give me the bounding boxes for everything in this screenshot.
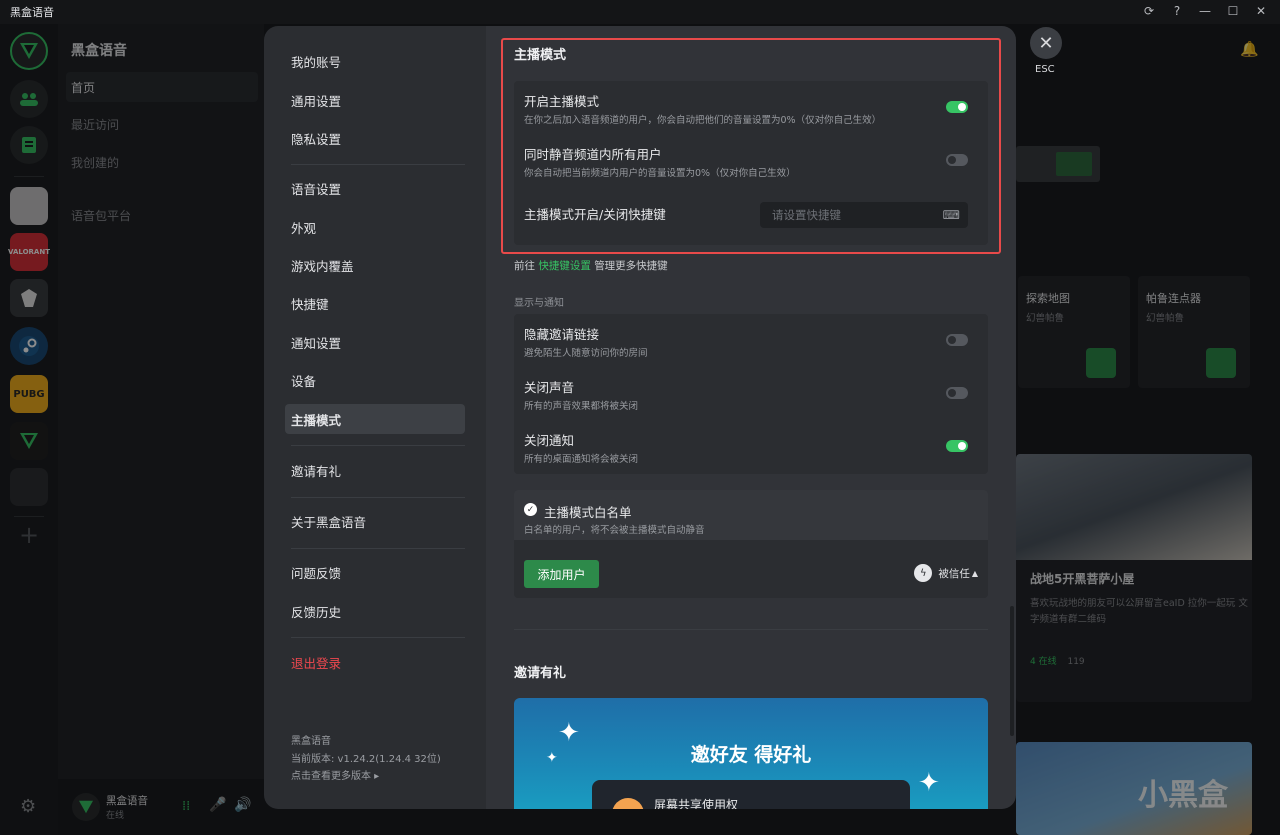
nav-divider (291, 445, 465, 446)
reward-icon (612, 798, 644, 809)
settings-nav: 我的账号 通用设置 隐私设置 语音设置 外观 游戏内覆盖 快捷键 通知设置 设备… (264, 26, 486, 809)
setting-desc: 所有的桌面通知将会被关闭 (524, 454, 639, 465)
mute-sound-toggle[interactable] (946, 387, 968, 399)
hint-prefix: 前往 (514, 260, 535, 272)
settings-nav-devices[interactable]: 设备 (285, 365, 465, 395)
maximize-icon[interactable]: ☐ (1226, 3, 1240, 19)
nav-divider (291, 637, 465, 638)
hotkey-hint: 前往 快捷键设置 管理更多快捷键 (514, 258, 668, 273)
trusted-label: 被信任 (938, 567, 970, 580)
trusted-icon: ϟ (914, 564, 933, 582)
check-icon: ✓ (524, 503, 537, 516)
setting-desc: 所有的声音效果都将被关闭 (524, 401, 639, 412)
whitelist-title: 主播模式白名单 (544, 505, 632, 520)
version-app-name: 黑盒语音 (291, 736, 331, 747)
add-user-button[interactable]: 添加用户 (524, 560, 599, 588)
setting-label: 关闭通知 (524, 433, 575, 448)
nav-divider (291, 497, 465, 498)
trusted-toggle[interactable]: ϟ 被信任 ▲ (914, 564, 978, 582)
nav-divider (291, 548, 465, 549)
highlight-box (501, 38, 1001, 254)
mute-notify-toggle[interactable] (946, 440, 968, 452)
setting-label: 关闭声音 (524, 380, 575, 395)
whitelist-card: ✓ 主播模式白名单 白名单的用户，将不会被主播模式自动静音 添加用户 ϟ 被信任… (514, 490, 988, 598)
settings-nav-overlay[interactable]: 游戏内覆盖 (285, 250, 465, 280)
settings-nav-privacy[interactable]: 隐私设置 (285, 123, 465, 153)
more-versions-link[interactable]: 点击查看更多版本 ▸ (291, 767, 379, 782)
close-icon[interactable]: ✕ (1254, 3, 1268, 19)
setting-row: 隐藏邀请链接 避免陌生人随意访问你的房间 (524, 324, 978, 359)
setting-label: 隐藏邀请链接 (524, 327, 600, 342)
help-icon[interactable]: ? (1170, 3, 1184, 19)
hint-suffix: 管理更多快捷键 (594, 260, 668, 272)
settings-nav-feedback[interactable]: 问题反馈 (285, 557, 465, 587)
window-controls: ⟳ ? — ☐ ✕ (1142, 3, 1268, 19)
invite-banner[interactable]: ✦ ✦ ✦ 邀好友 得好礼 屏幕共享使用权 (514, 698, 988, 809)
version-current: 当前版本: v1.24.2(1.24.4 32位) (291, 754, 441, 765)
reward-label: 屏幕共享使用权 (654, 798, 739, 809)
reward-card: 屏幕共享使用权 (592, 780, 910, 809)
app-title: 黑盒语音 (10, 6, 54, 19)
invite-banner-title: 邀好友 得好礼 (690, 744, 812, 766)
settings-nav-general[interactable]: 通用设置 (285, 85, 465, 115)
settings-nav-appearance[interactable]: 外观 (285, 212, 465, 242)
setting-desc: 避免陌生人随意访问你的房间 (524, 348, 648, 359)
setting-row: 关闭声音 所有的声音效果都将被关闭 (524, 377, 978, 412)
settings-nav-feedback-history[interactable]: 反馈历史 (285, 596, 465, 626)
whitelist-desc: 白名单的用户，将不会被主播模式自动静音 (524, 525, 705, 536)
section-divider (514, 629, 988, 630)
settings-nav-notifications[interactable]: 通知设置 (285, 327, 465, 357)
settings-nav-voice[interactable]: 语音设置 (285, 173, 465, 203)
content-scrollbar[interactable] (1010, 606, 1014, 736)
hide-invite-toggle[interactable] (946, 334, 968, 346)
settings-nav-account[interactable]: 我的账号 (285, 46, 465, 76)
refresh-icon[interactable]: ⟳ (1142, 3, 1156, 19)
group-title: 显示与通知 (514, 298, 564, 309)
sparkle-icon: ✦ (918, 768, 940, 798)
esc-label: ESC (1035, 64, 1055, 75)
minimize-icon[interactable]: — (1198, 3, 1212, 19)
display-card: 隐藏邀请链接 避免陌生人随意访问你的房间 关闭声音 所有的声音效果都将被关闭 关… (514, 314, 988, 474)
setting-row: 关闭通知 所有的桌面通知将会被关闭 (524, 430, 978, 465)
settings-nav-about[interactable]: 关于黑盒语音 (285, 506, 465, 536)
esc-close-button[interactable]: ✕ (1030, 27, 1062, 59)
nav-divider (291, 164, 465, 165)
hotkey-settings-link[interactable]: 快捷键设置 (538, 260, 591, 272)
settings-nav-hotkeys[interactable]: 快捷键 (285, 288, 465, 318)
caret-up-icon: ▲ (971, 568, 978, 578)
logout-button[interactable]: 退出登录 (285, 647, 465, 677)
title-bar: 黑盒语音 ⟳ ? — ☐ ✕ (0, 0, 1280, 24)
settings-nav-invite[interactable]: 邀请有礼 (285, 455, 465, 485)
invite-section-title: 邀请有礼 (514, 666, 567, 681)
settings-nav-streamer[interactable]: 主播模式 (285, 404, 465, 434)
